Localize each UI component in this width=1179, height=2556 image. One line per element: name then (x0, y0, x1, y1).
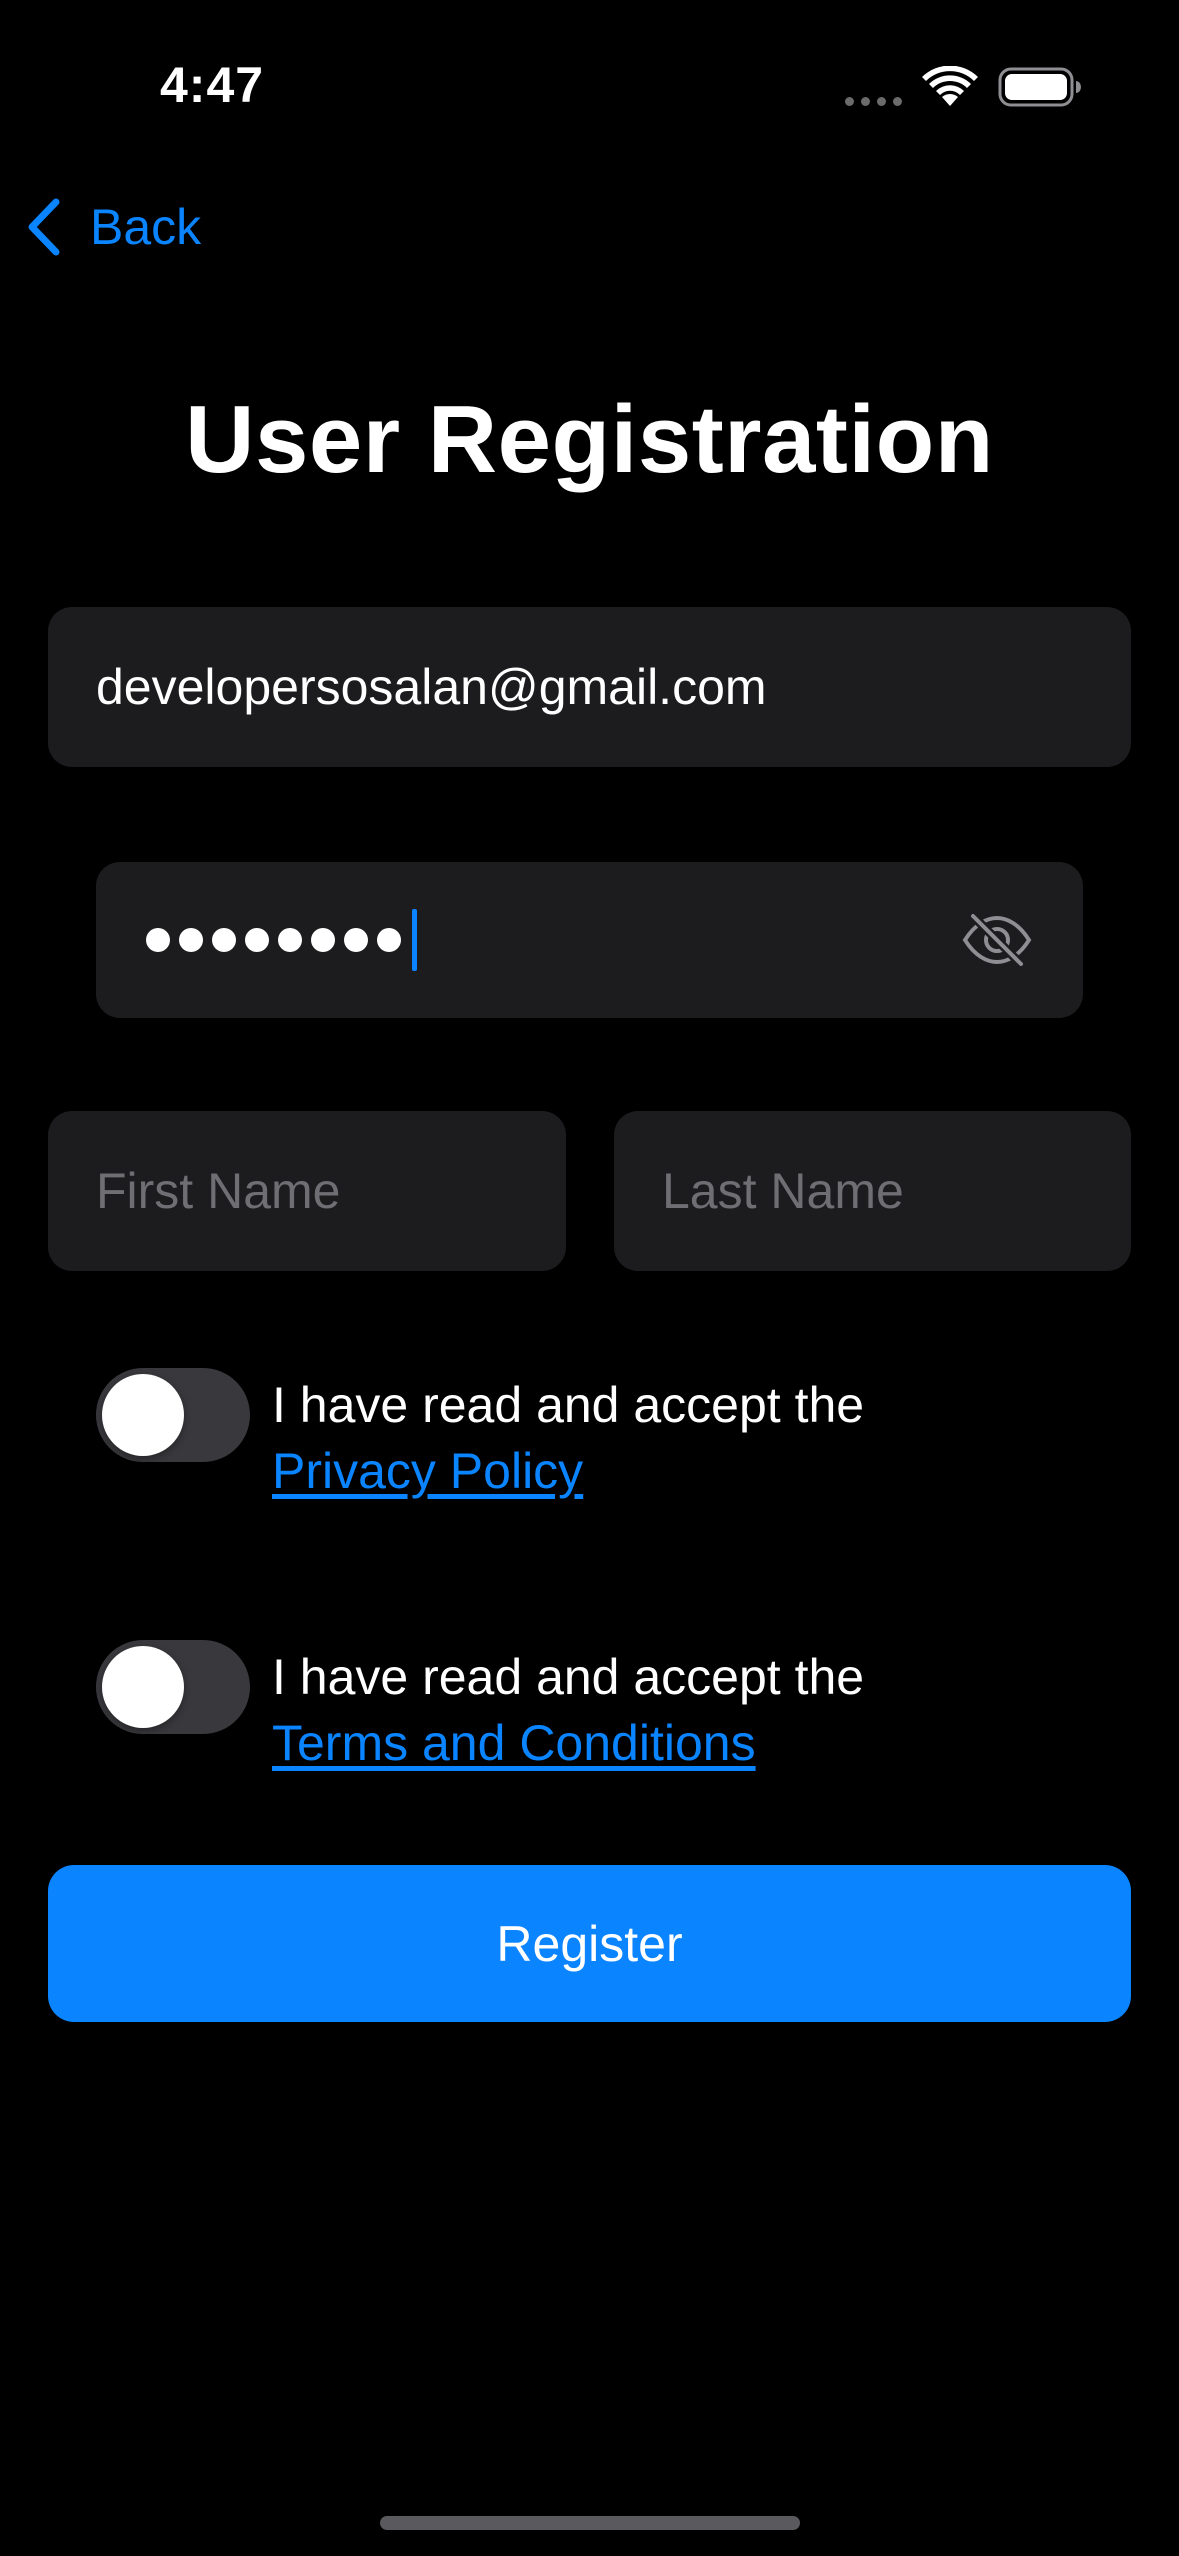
first-name-field-container (48, 1111, 566, 1271)
password-masked-value (146, 928, 410, 952)
privacy-consent-label: I have read and accept the (272, 1377, 865, 1433)
status-bar: 4:47 (0, 0, 1179, 170)
terms-consent-row: I have read and accept the Terms and Con… (96, 1640, 1096, 1776)
email-field[interactable] (96, 658, 1131, 716)
status-time: 4:47 (160, 57, 265, 113)
terms-and-conditions-link[interactable]: Terms and Conditions (272, 1710, 864, 1776)
register-button[interactable]: Register (48, 1865, 1131, 2022)
first-name-field[interactable] (96, 1162, 566, 1220)
eye-slash-icon[interactable] (961, 912, 1033, 968)
email-field-container (48, 607, 1131, 767)
toggle-knob (102, 1646, 184, 1728)
toggle-knob (102, 1374, 184, 1456)
privacy-policy-toggle[interactable] (96, 1368, 250, 1462)
password-dot (377, 928, 401, 952)
last-name-field-container (614, 1111, 1131, 1271)
text-cursor (412, 909, 417, 971)
password-dot (212, 928, 236, 952)
cellular-signal-icon (845, 97, 902, 106)
password-field[interactable] (96, 862, 1083, 1018)
password-dot (146, 928, 170, 952)
privacy-policy-link[interactable]: Privacy Policy (272, 1438, 864, 1504)
privacy-consent-row: I have read and accept the Privacy Polic… (96, 1368, 1096, 1504)
chevron-left-icon (28, 198, 60, 256)
terms-toggle[interactable] (96, 1640, 250, 1734)
wifi-icon (922, 66, 978, 106)
back-button[interactable]: Back (24, 192, 201, 262)
last-name-field[interactable] (662, 1162, 1131, 1220)
password-dot (311, 928, 335, 952)
privacy-consent-text: I have read and accept the Privacy Polic… (272, 1372, 864, 1504)
home-indicator[interactable] (380, 2516, 800, 2530)
password-dot (344, 928, 368, 952)
back-label: Back (90, 199, 202, 255)
password-dot (278, 928, 302, 952)
terms-consent-label: I have read and accept the (272, 1649, 865, 1705)
password-dot (245, 928, 269, 952)
terms-consent-text: I have read and accept the Terms and Con… (272, 1644, 864, 1776)
page-title: User Registration (185, 386, 994, 493)
battery-icon (998, 67, 1081, 107)
password-dot (179, 928, 203, 952)
